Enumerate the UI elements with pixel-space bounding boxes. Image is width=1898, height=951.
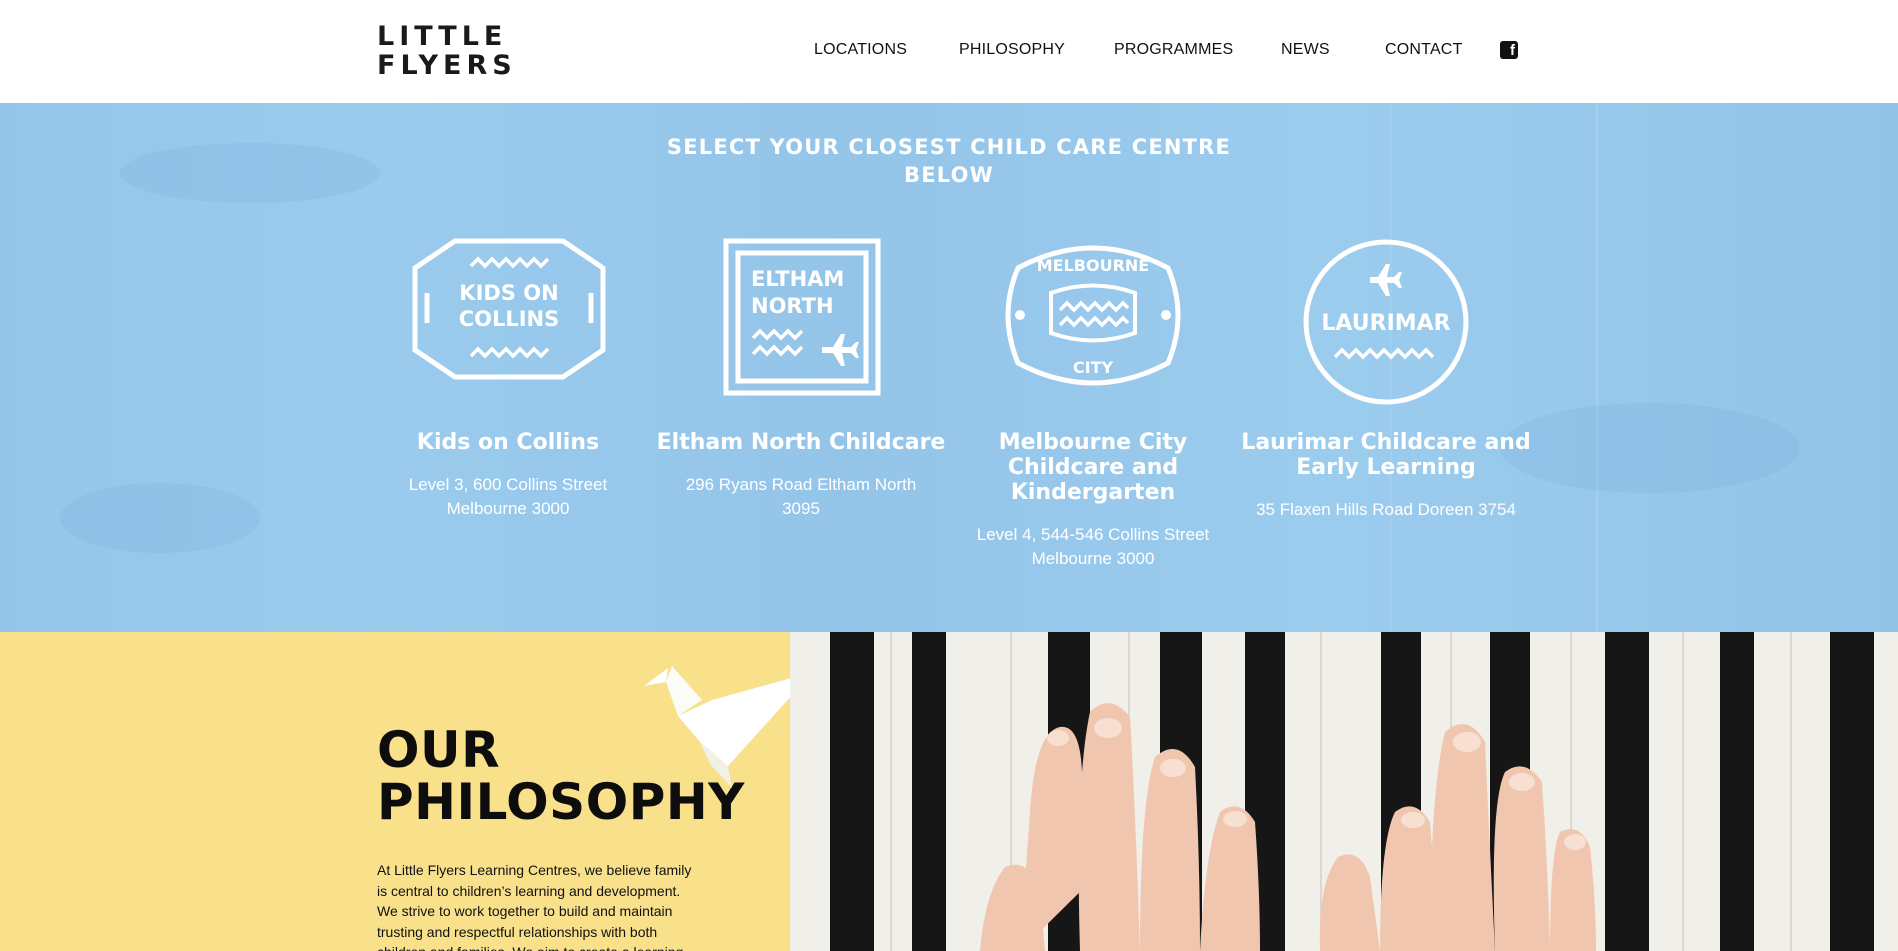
nav-locations[interactable]: LOCATIONS [814, 41, 907, 59]
centre-name-line: Eltham North Childcare [656, 430, 946, 455]
badge-text: MELBOURNE [1037, 256, 1149, 275]
badge-text: CITY [1073, 358, 1114, 377]
philosophy-body-line: At Little Flyers Learning Centres, we be… [377, 862, 692, 878]
eltham-north-badge-icon: ELTHAM NORTH [723, 238, 881, 396]
texture-smudge [60, 483, 260, 553]
centre-address-line: 35 Flaxen Hills Road Doreen 3754 [1256, 500, 1516, 519]
centre-address-line: Melbourne 3000 [446, 499, 570, 518]
nav-programmes[interactable]: PROGRAMMES [1114, 41, 1233, 59]
centre-name-line: Kids on Collins [416, 430, 600, 455]
centre-name-line: Childcare and [1007, 455, 1179, 480]
centre-card-eltham-north[interactable]: ELTHAM NORTH Eltham North Childcare 296 … [656, 103, 946, 632]
philosophy-body-line: children and families. We aim to create … [377, 942, 707, 951]
centre-address-line: Level 4, 544-546 Collins Street [976, 525, 1210, 544]
kids-on-collins-badge-icon: KIDS ON COLLINS [412, 238, 606, 380]
centre-card-melbourne-city[interactable]: MELBOURNE CITY Melbourne City Childcare … [948, 103, 1238, 632]
centre-address-line: 3095 [782, 499, 820, 518]
centre-address: Level 4, 544-546 Collins Street Melbourn… [948, 523, 1238, 571]
badge-text: KIDS ON [459, 281, 558, 305]
centre-address-line: Melbourne 3000 [1031, 549, 1155, 568]
centre-address: Level 3, 600 Collins Street Melbourne 30… [363, 473, 653, 521]
centre-name: Kids on Collins [363, 430, 653, 455]
piano-hands-photo [790, 632, 1898, 951]
texture-smudge [1500, 403, 1800, 493]
badge-text: NORTH [751, 294, 834, 318]
centre-name: Eltham North Childcare [656, 430, 946, 455]
philosophy-body-line: We strive to work together to build and … [377, 903, 673, 919]
centre-address-line: Level 3, 600 Collins Street [408, 475, 608, 494]
centre-name-line: Melbourne City [998, 430, 1188, 455]
centres-section: SELECT YOUR CLOSEST CHILD CARE CENTRE BE… [0, 103, 1898, 632]
laurimar-badge-icon: LAURIMAR [1303, 239, 1469, 405]
centre-card-laurimar[interactable]: LAURIMAR Laurimar Childcare and Early Le… [1240, 103, 1532, 632]
melbourne-city-badge-icon: MELBOURNE CITY [1005, 245, 1181, 386]
facebook-icon[interactable]: f [1500, 41, 1518, 59]
centre-name: Laurimar Childcare and Early Learning [1240, 430, 1532, 480]
nav-philosophy[interactable]: PHILOSOPHY [959, 41, 1065, 59]
philosophy-body: At Little Flyers Learning Centres, we be… [377, 860, 707, 951]
centre-address-line: 296 Ryans Road Eltham North [685, 475, 917, 494]
centre-name: Melbourne City Childcare and Kindergarte… [948, 430, 1238, 505]
centre-address: 296 Ryans Road Eltham North 3095 [656, 473, 946, 521]
philosophy-body-line: is central to children’s learning and de… [377, 882, 681, 899]
centre-name-line: Early Learning [1296, 455, 1476, 480]
nav-contact[interactable]: CONTACT [1385, 41, 1463, 59]
centre-address: 35 Flaxen Hills Road Doreen 3754 [1240, 498, 1532, 522]
centre-card-kids-on-collins[interactable]: KIDS ON COLLINS Kids on Collins Level 3,… [363, 103, 653, 632]
badge-text: ELTHAM [751, 267, 844, 291]
main-nav: LOCATIONS PHILOSOPHY PROGRAMMES NEWS CON… [0, 41, 1898, 63]
badge-text: COLLINS [459, 307, 560, 331]
piano-keys-illustration [790, 632, 1898, 951]
nav-news[interactable]: NEWS [1281, 41, 1330, 59]
centre-name-line: Kindergarten [1010, 480, 1176, 505]
centre-name-line: Laurimar Childcare and [1241, 430, 1531, 455]
philosophy-body-line: trusting and respectful relationships wi… [377, 923, 658, 940]
badge-text: LAURIMAR [1321, 311, 1450, 336]
site-header: LITTLE FLYERS LOCATIONS PHILOSOPHY PROGR… [0, 0, 1898, 103]
